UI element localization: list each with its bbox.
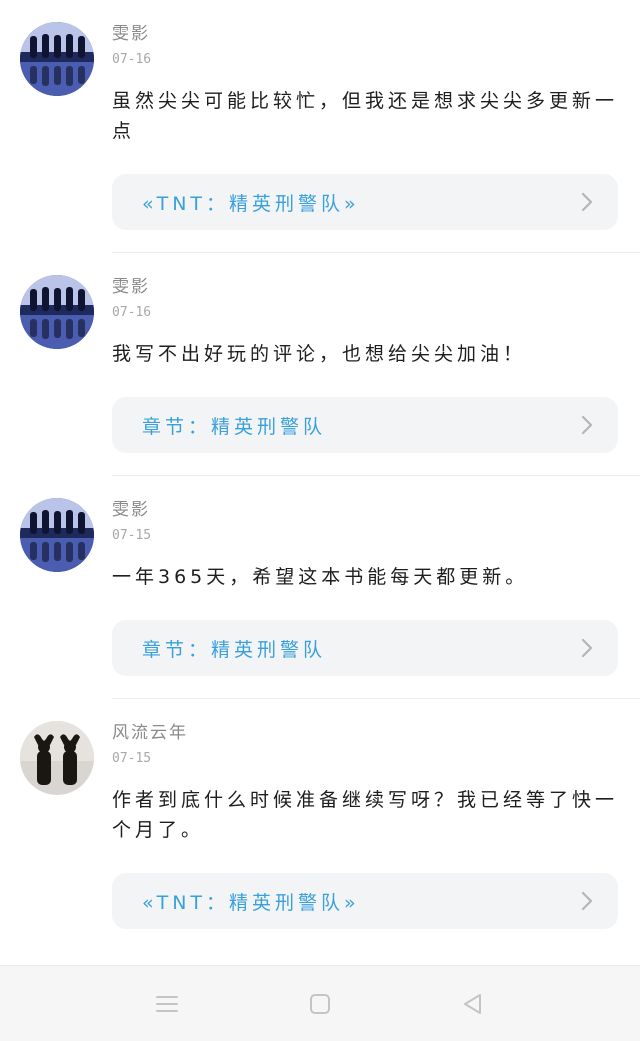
reference-label: 章节：精英刑警队	[142, 638, 327, 661]
comment-feed: 雯影 07-16 虽然尖尖可能比较忙，但我还是想求尖尖多更新一点 «TNT：精英…	[0, 0, 640, 965]
username[interactable]: 风流云年	[112, 721, 618, 745]
book-reference-card[interactable]: «TNT：精英刑警队»	[112, 873, 618, 929]
chevron-right-icon	[581, 638, 593, 658]
reference-label: «TNT：精英刑警队»	[142, 891, 360, 914]
chevron-right-icon	[581, 192, 593, 212]
home-square-icon	[309, 993, 330, 1014]
avatar-group-photo-icon	[20, 22, 94, 96]
comment-date: 07-15	[112, 528, 152, 543]
chevron-right-icon	[581, 891, 593, 911]
avatar-group-photo-icon	[20, 275, 94, 349]
comment-text: 一年365天，希望这本书能每天都更新。	[112, 566, 529, 588]
comment-text: 作者到底什么时候准备继续写呀？我已经等了快一个月了。	[112, 789, 619, 841]
back-button[interactable]	[451, 982, 495, 1026]
avatar-group-photo-icon	[20, 498, 94, 572]
avatar[interactable]	[20, 721, 94, 795]
comment-item: 雯影 07-16 我写不出好玩的评论，也想给尖尖加油！ 章节：精英刑警队	[0, 275, 640, 453]
menu-button[interactable]	[145, 982, 189, 1026]
avatar[interactable]	[20, 22, 94, 96]
avatar[interactable]	[20, 498, 94, 572]
comment-item: 风流云年 07-15 作者到底什么时候准备继续写呀？我已经等了快一个月了。 «T…	[0, 721, 640, 929]
comment-date: 07-16	[112, 305, 152, 320]
home-button[interactable]	[298, 982, 342, 1026]
avatar-silhouette-photo-icon	[20, 721, 94, 795]
avatar[interactable]	[20, 275, 94, 349]
menu-icon	[155, 995, 178, 1012]
chapter-reference-card[interactable]: 章节：精英刑警队	[112, 620, 618, 676]
comment-date: 07-15	[112, 751, 152, 766]
comment-item: 雯影 07-15 一年365天，希望这本书能每天都更新。 章节：精英刑警队	[0, 498, 640, 676]
book-reference-card[interactable]: «TNT：精英刑警队»	[112, 174, 618, 230]
divider	[112, 252, 640, 253]
system-navigation-bar	[0, 965, 640, 1041]
chapter-reference-card[interactable]: 章节：精英刑警队	[112, 397, 618, 453]
username[interactable]: 雯影	[112, 22, 618, 46]
comment-text: 虽然尖尖可能比较忙，但我还是想求尖尖多更新一点	[112, 90, 619, 142]
divider	[112, 698, 640, 699]
chevron-right-icon	[581, 415, 593, 435]
back-triangle-icon	[464, 993, 482, 1014]
comment-text: 我写不出好玩的评论，也想给尖尖加油！	[112, 343, 527, 365]
reference-label: 章节：精英刑警队	[142, 415, 327, 438]
comment-date: 07-16	[112, 52, 152, 67]
username[interactable]: 雯影	[112, 275, 618, 299]
divider	[112, 475, 640, 476]
reference-label: «TNT：精英刑警队»	[142, 192, 360, 215]
username[interactable]: 雯影	[112, 498, 618, 522]
comment-item: 雯影 07-16 虽然尖尖可能比较忙，但我还是想求尖尖多更新一点 «TNT：精英…	[0, 22, 640, 230]
